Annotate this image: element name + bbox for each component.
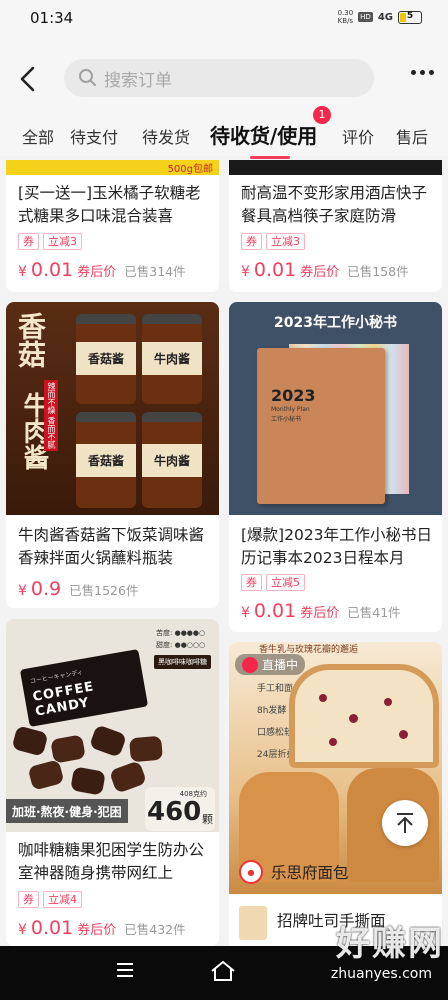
coupon-tags: 券 立减5: [241, 574, 305, 591]
product-card[interactable]: 香菇 牛肉酱 辣而不燥 香而不腻 香菇酱 牛肉酱 香菇酱 牛肉酱 牛肉酱香菇酱下…: [6, 302, 219, 608]
tab-pending-payment[interactable]: 待支付: [62, 124, 118, 148]
tab-pending-shipment[interactable]: 待发货: [142, 124, 190, 148]
shop-name: 乐思府面包: [271, 864, 349, 882]
search-placeholder: 搜索订单: [104, 70, 172, 91]
status-time: 01:34: [30, 9, 74, 27]
product-card[interactable]: 香牛乳与玫瑰花瓣的邂逅 手工和面 8h发酵 口感松软 24层折叠 直播中 ● 乐…: [229, 642, 442, 946]
price: 0.01: [30, 259, 74, 281]
search-icon: [79, 69, 96, 86]
live-badge: 直播中: [235, 654, 306, 675]
product-title: [爆款]2023年工作小秘书日历记事本2023日程本月: [241, 526, 433, 567]
notebook-cover: 2023 Monthly Plan 工作小秘书: [257, 348, 385, 504]
back-arrow-icon: [20, 66, 35, 92]
order-tabs: 全部 待支付 待发货 待收货/使用 1 评价 售后: [0, 106, 448, 159]
home-icon: [211, 960, 235, 981]
bread-image: [289, 664, 439, 768]
price-row: ¥ 0.01 券后价 已售314件: [18, 259, 186, 281]
price-row: ¥ 0.01 券后价 已售432件: [18, 917, 186, 939]
search-input[interactable]: 搜索订单: [64, 59, 374, 97]
product-title: [买一送一]玉米橘子软糖老式糖果多口味混合装喜: [18, 184, 201, 225]
product-title: 咖啡糖糖果犯困学生防办公室神器随身携带网红上: [18, 841, 205, 882]
sold-count: 已售314件: [124, 264, 186, 279]
product-title: 耐高温不变形家用酒店快子餐具高档筷子家庭防滑: [241, 184, 428, 225]
coupon-tags: 券 立减3: [18, 233, 82, 250]
product-image: 2023年工作小秘书 2023 Monthly Plan 工作小秘书: [229, 302, 442, 515]
price: 0.9: [30, 578, 62, 600]
jar: 香菇酱: [76, 314, 136, 404]
coupon-tags: 券 立减3: [241, 233, 305, 250]
rating-box: 苦度: ●●●●○ 甜度: ●●○○○: [156, 629, 206, 649]
shop-info[interactable]: ● 乐思府面包: [239, 860, 349, 884]
coupon-tag: 券: [18, 233, 39, 250]
product-image: [229, 160, 442, 175]
sold-count: 已售158件: [347, 264, 409, 279]
discount-tag: 立减3: [266, 233, 305, 250]
header: 搜索订单 全部 待支付 待发货 待收货/使用 1 评价 售后: [0, 38, 448, 159]
active-tab-indicator: [250, 156, 290, 159]
more-icon[interactable]: [411, 70, 434, 75]
sold-count: 已售41件: [347, 605, 401, 620]
back-button[interactable]: [16, 64, 42, 94]
product-image: 苦度: ●●●●○ 甜度: ●●○○○ 黑咖啡味咖啡糖 コーヒーキャンディ CO…: [6, 619, 219, 832]
tab-all[interactable]: 全部: [22, 124, 54, 148]
watermark: 好赚网: [336, 924, 444, 964]
product-card[interactable]: 耐高温不变形家用酒店快子餐具高档筷子家庭防滑 券 立减3 ¥ 0.01 券后价 …: [229, 160, 442, 292]
status-indicators: 0.30 KB/s HD 4G 5: [338, 9, 422, 25]
home-button[interactable]: [210, 960, 236, 986]
shop-logo-icon: ●: [239, 860, 263, 884]
price: 0.01: [30, 917, 74, 939]
product-image: 香牛乳与玫瑰花瓣的邂逅 手工和面 8h发酵 口感松软 24层折叠 直播中: [229, 642, 442, 894]
coupon-tag: 券: [241, 574, 262, 591]
sold-count: 已售432件: [124, 922, 186, 937]
menu-button[interactable]: [115, 960, 135, 984]
product-image: 500g包邮: [6, 160, 219, 175]
product-title: 牛肉酱香菇酱下饭菜调味酱香辣拌面火锅蘸料瓶装: [18, 526, 205, 567]
product-card[interactable]: 500g包邮 [买一送一]玉米橘子软糖老式糖果多口味混合装喜 券 立减3 ¥ 0…: [6, 160, 219, 292]
coupon-tag: 券: [241, 233, 262, 250]
product-card[interactable]: 苦度: ●●●●○ 甜度: ●●○○○ 黑咖啡味咖啡糖 コーヒーキャンディ CO…: [6, 619, 219, 946]
tab-review[interactable]: 评价: [342, 124, 374, 148]
discount-tag: 立减3: [43, 233, 82, 250]
product-thumb: [239, 906, 267, 940]
back-to-top-icon: [397, 813, 413, 833]
sold-count: 已售1526件: [69, 583, 139, 598]
jar: 牛肉酱: [142, 314, 202, 404]
battery-icon: 5: [398, 10, 422, 24]
tab-pending-receipt[interactable]: 待收货/使用: [210, 120, 317, 149]
menu-icon: [117, 963, 133, 977]
jar: 牛肉酱: [142, 412, 202, 508]
jar: 香菇酱: [76, 412, 136, 508]
coupon-tag: 券: [18, 891, 39, 908]
price-row: ¥ 0.9 已售1526件: [18, 578, 139, 600]
count-badge: 408克约 460 颗: [145, 787, 215, 831]
back-to-top-button[interactable]: [382, 800, 428, 846]
price: 0.01: [253, 600, 297, 622]
status-bar: 01:34 0.30 KB/s HD 4G 5: [0, 0, 448, 38]
candy-wrapper: コーヒーキャンディ COFFEE CANDY: [19, 649, 149, 727]
price-row: ¥ 0.01 券后价 已售41件: [241, 600, 401, 622]
tab-after-sales[interactable]: 售后: [396, 124, 428, 148]
price: 0.01: [253, 259, 297, 281]
discount-tag: 立减4: [43, 891, 82, 908]
discount-tag: 立减5: [266, 574, 305, 591]
product-card[interactable]: 2023年工作小秘书 2023 Monthly Plan 工作小秘书 [爆款]2…: [229, 302, 442, 632]
signal-icon: 4G: [377, 11, 393, 23]
network-speed: 0.30 KB/s: [337, 9, 354, 25]
tab-badge: 1: [313, 106, 331, 124]
hd-icon: HD: [358, 12, 373, 22]
coupon-tags: 券 立减4: [18, 891, 82, 908]
product-image: 香菇 牛肉酱 辣而不燥 香而不腻 香菇酱 牛肉酱 香菇酱 牛肉酱: [6, 302, 219, 515]
price-row: ¥ 0.01 券后价 已售158件: [241, 259, 409, 281]
watermark-url: zhuanyes.com: [330, 966, 432, 982]
